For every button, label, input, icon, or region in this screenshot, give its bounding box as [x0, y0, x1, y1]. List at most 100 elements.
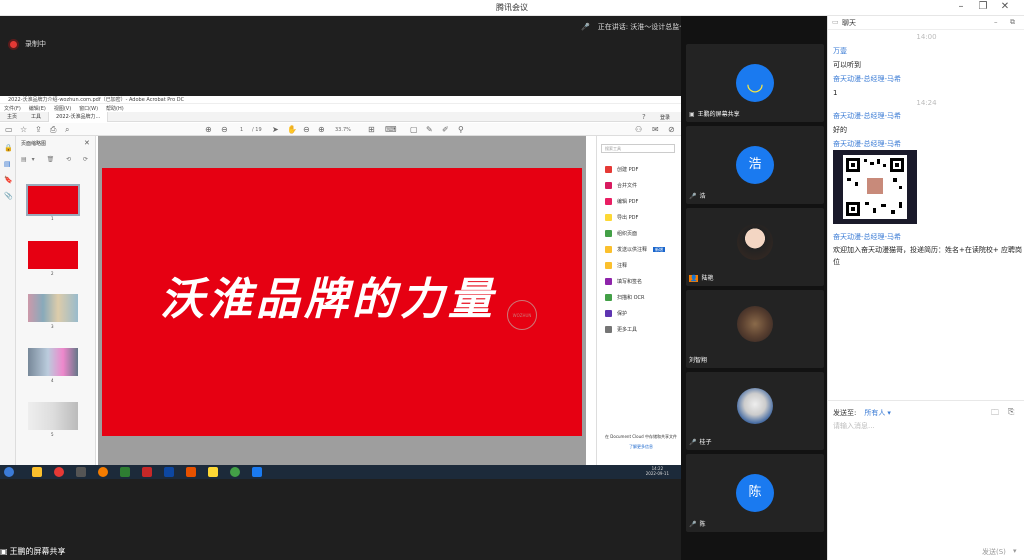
tool-comment[interactable]: 注释 — [605, 262, 627, 269]
start-icon[interactable] — [4, 467, 14, 477]
screen-share-icon: ▣ — [689, 111, 695, 118]
hand-icon[interactable]: ✋ — [287, 125, 297, 134]
login-link[interactable]: 登录 — [660, 114, 670, 121]
thumbnails-header: 页面缩略图 — [21, 141, 47, 147]
attachment-icon[interactable]: 📎 — [4, 192, 13, 200]
print-icon[interactable]: ⎙ — [50, 125, 56, 135]
tool-fill-sign[interactable]: 填写和签名 — [605, 278, 642, 285]
mail-icon[interactable]: ✉ — [652, 125, 659, 134]
app-icon[interactable] — [120, 467, 130, 477]
file-icon[interactable]: 🗀 — [991, 407, 999, 421]
lock-icon[interactable]: 🔒 — [4, 144, 13, 152]
close-panel-icon[interactable]: ✕ — [84, 139, 90, 147]
zoom-level[interactable]: 33.7% — [335, 127, 351, 133]
page-up-icon[interactable]: ⊕ — [205, 125, 212, 134]
star-icon[interactable]: ☆ — [20, 125, 27, 134]
tool-combine[interactable]: 合并文件 — [605, 182, 637, 189]
chat-input[interactable]: 请输入消息... — [833, 421, 1018, 435]
chevron-down-icon[interactable]: ▾ — [887, 409, 891, 417]
close-icon[interactable]: ✕ — [998, 1, 1012, 12]
tool-export-pdf[interactable]: 导出 PDF — [605, 214, 638, 221]
link-icon[interactable]: ⊘ — [668, 125, 675, 134]
menu-edit[interactable]: 编辑(E) — [29, 105, 46, 112]
send-button[interactable]: 发送(S) — [982, 547, 1006, 557]
tool-protect[interactable]: 保护 — [605, 310, 627, 317]
participant-tile[interactable]: ◡ ▣ 王鹏的屏幕共享 — [686, 44, 824, 122]
cursor-icon[interactable]: ➤ — [272, 125, 279, 134]
comment-icon[interactable]: ▢ — [410, 125, 418, 134]
recording-indicator: 录制中 — [10, 39, 46, 49]
explorer-icon[interactable] — [32, 467, 42, 477]
participant-tile[interactable]: 👤 陆艳 — [686, 208, 824, 286]
chat-message: 欢迎加入奋天动漫猫哥，投递简历：姓名+在读院校+ 应聘岗位 — [833, 246, 1022, 266]
send-to-select[interactable]: 所有人 — [864, 408, 885, 418]
tool-organize[interactable]: 组织页面 — [605, 230, 637, 237]
popout-chat-icon[interactable]: ⧉ — [1010, 18, 1015, 27]
thumbnail-tools[interactable]: ▤▾ 🗑 ⟲ ⟳ — [21, 156, 93, 163]
meeting-icon[interactable] — [252, 467, 262, 477]
share-icon[interactable]: ⚇ — [635, 125, 642, 134]
thumbnail-page-1[interactable] — [26, 184, 80, 216]
chrome-icon[interactable] — [54, 467, 64, 477]
qr-code-image[interactable] — [833, 150, 917, 224]
participant-tile[interactable]: 浩 🎤 浩 — [686, 126, 824, 204]
stamp-icon[interactable]: ⚲ — [458, 125, 464, 134]
thumbnail-page-3[interactable] — [28, 294, 78, 322]
tool-edit-pdf[interactable]: 编辑 PDF — [605, 198, 638, 205]
search-icon[interactable]: ⌕ — [65, 125, 69, 135]
chevron-down-icon[interactable]: ▾ — [1013, 547, 1017, 555]
save-icon[interactable]: ▭ — [5, 125, 13, 134]
pen-icon[interactable]: ✎ — [426, 125, 433, 134]
acrobat-icon[interactable] — [142, 467, 152, 477]
avatar — [737, 224, 773, 260]
tool-more[interactable]: 更多工具 — [605, 326, 637, 333]
participant-name: 🎤 浩 — [689, 193, 706, 200]
mic-icon: 🎤 — [689, 521, 697, 528]
thumbnail-page-4[interactable] — [28, 348, 78, 376]
menu-file[interactable]: 文件(F) — [4, 105, 21, 112]
pages-icon[interactable]: ▤ — [4, 160, 11, 168]
tool-scan-ocr[interactable]: 扫描和 OCR — [605, 294, 645, 301]
thumbnail-page-2[interactable] — [28, 241, 78, 269]
menu-help[interactable]: 帮助(H) — [106, 105, 124, 112]
browser-icon[interactable] — [98, 467, 108, 477]
highlight-icon[interactable]: ✐ — [442, 125, 449, 134]
tools-search-input[interactable]: 搜索工具 — [601, 144, 675, 153]
tab-tools[interactable]: 工具 — [24, 112, 48, 122]
zoom-in-icon[interactable]: ⊕ — [318, 125, 325, 134]
thumbnail-page-5[interactable] — [28, 402, 78, 430]
page-number[interactable]: 1 — [240, 127, 243, 133]
upload-icon[interactable]: ⇪ — [35, 125, 42, 134]
menu-window[interactable]: 窗口(W) — [79, 105, 98, 112]
tab-document[interactable]: 2022-沃淮品牌力... — [48, 111, 109, 122]
thumb-number: 2 — [51, 271, 54, 276]
menu-view[interactable]: 视图(V) — [54, 105, 71, 112]
restore-icon[interactable]: ❐ — [976, 1, 990, 12]
photoshop-icon[interactable] — [164, 467, 174, 477]
chat-timestamp: 14:00 — [916, 33, 937, 41]
participant-tile[interactable]: 刘智翔 — [686, 290, 824, 368]
participant-tile[interactable]: 陈 🎤 陈 — [686, 454, 824, 532]
help-icon[interactable]: ? — [642, 113, 646, 121]
folder-icon[interactable] — [208, 467, 218, 477]
cloud-link[interactable]: 了解更多信息 — [601, 444, 681, 450]
thumb-number: 5 — [51, 432, 54, 437]
participant-tile[interactable]: 🎤 桂子 — [686, 372, 824, 450]
page-down-icon[interactable]: ⊖ — [221, 125, 228, 134]
record-dot-icon — [10, 40, 17, 48]
illustrator-icon[interactable] — [186, 467, 196, 477]
tool-send-comment[interactable]: 发送以供注释 新增 — [605, 246, 666, 253]
zoom-out-icon[interactable]: ⊖ — [303, 125, 310, 134]
keyboard-icon[interactable]: ⌨ — [385, 125, 397, 134]
minimize-icon[interactable]: – — [954, 1, 968, 12]
minimize-chat-icon[interactable]: – — [994, 18, 998, 26]
avatar — [737, 306, 773, 342]
fit-page-icon[interactable]: ⊞ — [368, 125, 375, 134]
mic-icon: 🎤 — [689, 193, 697, 200]
tab-home[interactable]: 主页 — [0, 112, 24, 122]
screenshot-icon[interactable]: ⎘ — [1008, 407, 1014, 417]
wechat-icon[interactable] — [230, 467, 240, 477]
app-icon[interactable] — [76, 467, 86, 477]
bookmark-icon[interactable]: 🔖 — [4, 176, 13, 184]
tool-create-pdf[interactable]: 创建 PDF — [605, 166, 638, 173]
